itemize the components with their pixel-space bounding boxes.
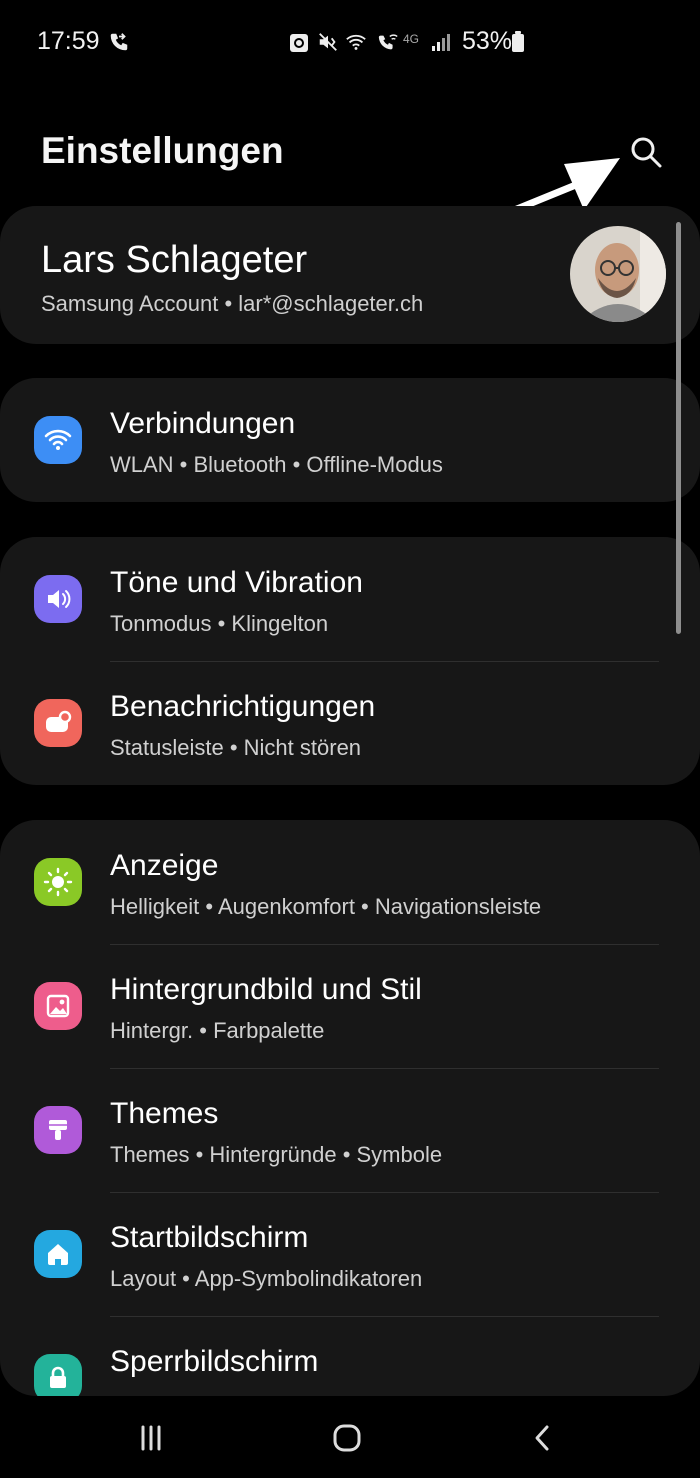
settings-item-label: Startbildschirm [110, 1221, 309, 1254]
mute-vibrate-icon [317, 30, 339, 54]
settings-item-label: Benachrichtigungen [110, 690, 376, 723]
settings-item-subtitle: Statusleiste • Nicht stören [110, 735, 362, 760]
brightness-icon [34, 858, 82, 906]
wallpaper-icon [34, 982, 82, 1030]
page-title: Einstellungen [41, 130, 284, 171]
home-icon [34, 1230, 82, 1278]
avatar[interactable] [570, 226, 666, 322]
samsung-account-card[interactable]: Lars Schlageter Samsung Account • lar*@s… [0, 206, 700, 344]
settings-item-sperrbildschirm[interactable]: Sperrbildschirm [0, 1316, 700, 1396]
wifi-calling-icon [376, 30, 400, 54]
battery-icon [510, 30, 526, 54]
settings-item-toene-und-vibration[interactable]: Töne und Vibration Tonmodus • Klingelton [0, 537, 700, 661]
battery-percent: 53% [462, 27, 513, 55]
settings-item-subtitle: Layout • App-Symbolindikatoren [110, 1266, 423, 1291]
signal-icon [431, 30, 451, 54]
settings-item-label: Hintergrundbild und Stil [110, 973, 422, 1006]
settings-item-hintergrundbild-und-stil[interactable]: Hintergrundbild und Stil Hintergr. • Far… [0, 944, 700, 1068]
settings-group-1: Verbindungen WLAN • Bluetooth • Offline-… [0, 378, 700, 502]
volume-icon [34, 575, 82, 623]
wifi-icon [345, 30, 367, 54]
scrollbar[interactable] [676, 222, 681, 634]
paintbrush-icon [34, 1106, 82, 1154]
settings-item-subtitle: WLAN • Bluetooth • Offline-Modus [110, 452, 443, 477]
recent-apps-icon[interactable] [131, 1418, 171, 1458]
settings-item-verbindungen[interactable]: Verbindungen WLAN • Bluetooth • Offline-… [0, 378, 700, 502]
wifi-icon [34, 416, 82, 464]
network-type: 4G [403, 32, 420, 46]
settings-item-subtitle: Helligkeit • Augenkomfort • Navigationsl… [110, 894, 542, 919]
status-time: 17:59 [37, 27, 100, 55]
settings-item-label: Sperrbildschirm [110, 1345, 319, 1378]
settings-group-3: Anzeige Helligkeit • Augenkomfort • Navi… [0, 820, 700, 1396]
settings-item-subtitle: Themes • Hintergründe • Symbole [110, 1142, 443, 1167]
account-name: Lars Schlageter [41, 239, 308, 281]
settings-item-label: Themes [110, 1097, 219, 1130]
recycle-icon [289, 30, 309, 54]
home-button-icon[interactable] [327, 1418, 367, 1458]
settings-item-subtitle: Tonmodus • Klingelton [110, 611, 329, 636]
search-icon [631, 137, 662, 168]
settings-item-subtitle: Hintergr. • Farbpalette [110, 1018, 325, 1043]
back-icon[interactable] [523, 1418, 563, 1458]
settings-item-benachrichtigungen[interactable]: Benachrichtigungen Statusleiste • Nicht … [0, 661, 700, 785]
account-subtitle: Samsung Account • lar*@schlageter.ch [41, 291, 424, 316]
status-bar: 17:59 4G 53% [0, 0, 700, 84]
settings-item-anzeige[interactable]: Anzeige Helligkeit • Augenkomfort • Navi… [0, 820, 700, 944]
notification-icon [34, 699, 82, 747]
wifi-calling-icon [108, 30, 130, 54]
settings-item-label: Anzeige [110, 849, 219, 882]
settings-item-label: Töne und Vibration [110, 566, 363, 599]
settings-item-startbildschirm[interactable]: Startbildschirm Layout • App-Symbolindik… [0, 1192, 700, 1316]
lock-icon [34, 1354, 82, 1396]
settings-group-2: Töne und Vibration Tonmodus • Klingelton… [0, 537, 700, 785]
settings-item-themes[interactable]: Themes Themes • Hintergründe • Symbole [0, 1068, 700, 1192]
navigation-bar [0, 1396, 700, 1478]
settings-item-label: Verbindungen [110, 407, 296, 440]
